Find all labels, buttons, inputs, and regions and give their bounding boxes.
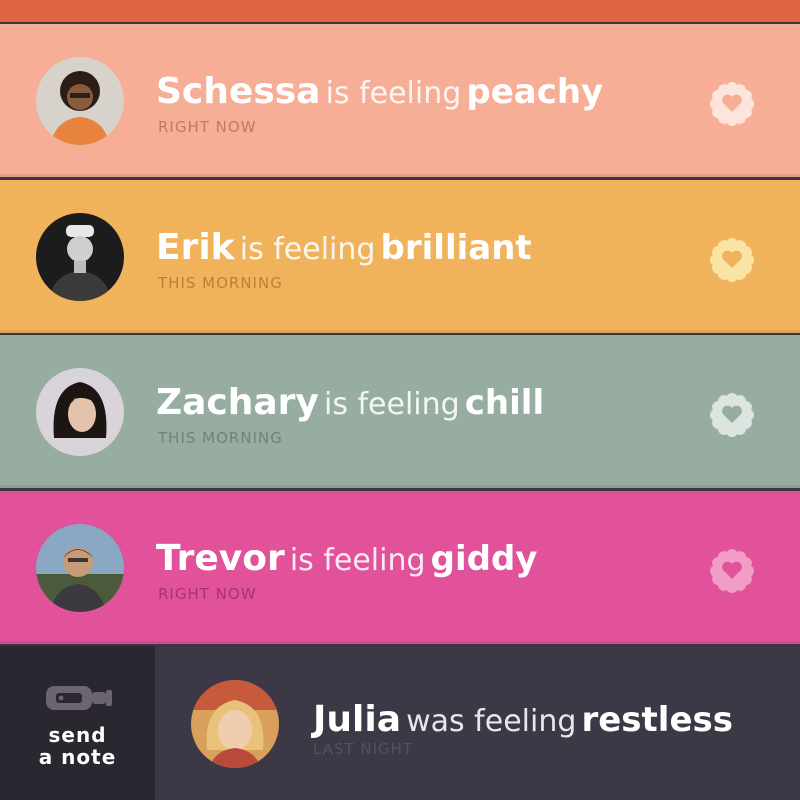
bottle-icon	[44, 680, 114, 716]
send-note-line-2: a note	[38, 745, 117, 769]
bottom-bar: send a note Julia was feeling restless L…	[0, 646, 800, 800]
avatar[interactable]	[36, 368, 124, 456]
like-button[interactable]	[708, 391, 756, 439]
feed-item-erik[interactable]: Erik is feeling brilliant THIS MORNING	[0, 180, 800, 333]
status-line: Trevor is feeling giddy	[156, 539, 537, 585]
status-line: Erik is feeling brilliant	[156, 228, 532, 274]
like-button[interactable]	[708, 547, 756, 595]
status-line: Schessa is feeling peachy	[156, 72, 603, 118]
feeling-verb: is feeling	[239, 232, 376, 267]
avatar[interactable]	[36, 213, 124, 301]
user-name[interactable]: Schessa	[156, 71, 320, 112]
feed-item-schessa[interactable]: Schessa is feeling peachy RIGHT NOW	[0, 24, 800, 177]
avatar[interactable]	[36, 57, 124, 145]
send-note-label: send a note	[0, 724, 155, 768]
mood-word: giddy	[430, 539, 538, 579]
mood-word: peachy	[466, 72, 604, 112]
heart-flower-icon	[710, 549, 754, 593]
top-strip	[0, 0, 800, 22]
mood-word: chill	[464, 383, 545, 423]
avatar-photo-zachary	[36, 368, 124, 456]
avatar[interactable]	[191, 680, 279, 768]
feeling-verb: is feeling	[289, 543, 426, 578]
timestamp: RIGHT NOW	[158, 585, 257, 603]
mood-word: brilliant	[380, 228, 532, 268]
user-name[interactable]: Julia	[313, 699, 401, 740]
timestamp: RIGHT NOW	[158, 118, 257, 136]
avatar-photo-julia	[191, 680, 279, 768]
user-name[interactable]: Erik	[156, 227, 235, 268]
heart-flower-icon	[710, 238, 754, 282]
like-button[interactable]	[708, 80, 756, 128]
heart-flower-icon	[710, 393, 754, 437]
feeling-verb: was feeling	[406, 704, 577, 739]
avatar[interactable]	[36, 524, 124, 612]
feed-item-trevor[interactable]: Trevor is feeling giddy RIGHT NOW	[0, 491, 800, 644]
user-name[interactable]: Trevor	[156, 538, 285, 579]
mood-word: restless	[581, 700, 733, 740]
avatar-photo-erik	[36, 213, 124, 301]
user-name[interactable]: Zachary	[156, 382, 319, 423]
send-note-line-1: send	[48, 723, 107, 747]
feed-item-julia[interactable]: Julia was feeling restless LAST NIGHT	[155, 646, 800, 800]
avatar-photo-trevor	[36, 524, 124, 612]
heart-flower-icon	[710, 82, 754, 126]
like-button[interactable]	[708, 236, 756, 284]
feeling-verb: is feeling	[325, 76, 462, 111]
send-note-button[interactable]: send a note	[0, 646, 155, 800]
avatar-photo-schessa	[36, 57, 124, 145]
timestamp: THIS MORNING	[158, 274, 283, 292]
timestamp: THIS MORNING	[158, 429, 283, 447]
feeling-verb: is feeling	[323, 387, 460, 422]
feed-item-zachary[interactable]: Zachary is feeling chill THIS MORNING	[0, 335, 800, 488]
status-line: Zachary is feeling chill	[156, 383, 544, 429]
timestamp: LAST NIGHT	[313, 740, 414, 758]
